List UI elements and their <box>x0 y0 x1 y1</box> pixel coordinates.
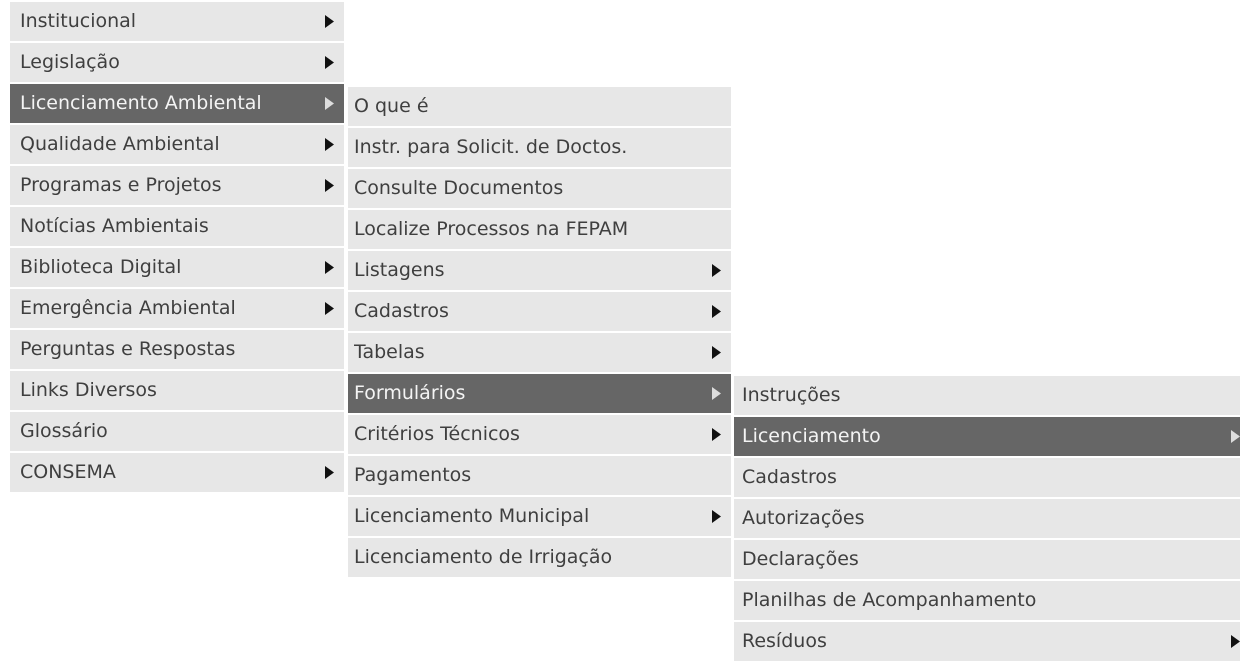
menu-item-licenciamento-ambiental[interactable]: Licenciamento Ambiental <box>10 84 344 123</box>
submenu-arrow-icon <box>711 374 721 413</box>
menu-item-glossario[interactable]: Glossário <box>10 412 344 451</box>
licenciamento-ambiental-submenu: O que é Instr. para Solicit. de Doctos. Co… <box>348 87 731 579</box>
menu-item-label: Licenciamento <box>742 425 881 447</box>
menu-item-legislacao[interactable]: Legislação <box>10 43 344 82</box>
menu-item-perguntas-e-respostas[interactable]: Perguntas e Respostas <box>10 330 344 369</box>
menu-item-label: Licenciamento Municipal <box>354 505 590 527</box>
menu-item-cadastros[interactable]: Cadastros <box>734 458 1240 497</box>
menu-item-label: Critérios Técnicos <box>354 423 520 445</box>
menu-item-label: Pagamentos <box>354 464 472 486</box>
menu-item-label: Localize Processos na FEPAM <box>354 218 629 240</box>
menu-item-declaracoes[interactable]: Declarações <box>734 540 1240 579</box>
submenu-arrow-icon <box>711 333 721 372</box>
menu-item-label: Licenciamento Ambiental <box>20 92 262 114</box>
menu-item-label: Programas e Projetos <box>20 174 222 196</box>
menu-item-label: Declarações <box>742 548 859 570</box>
submenu-arrow-icon <box>324 84 334 123</box>
menu-item-label: Glossário <box>20 420 108 442</box>
menu-item-formularios[interactable]: Formulários <box>348 374 731 413</box>
menu-item-consulte-documentos[interactable]: Consulte Documentos <box>348 169 731 208</box>
menu-item-label: Links Diversos <box>20 379 157 401</box>
menu-item-label: Tabelas <box>354 341 425 363</box>
menu-item-label: Qualidade Ambiental <box>20 133 220 155</box>
menu-item-consema[interactable]: CONSEMA <box>10 453 344 492</box>
menu-item-label: Notícias Ambientais <box>20 215 209 237</box>
menu-item-autorizacoes[interactable]: Autorizações <box>734 499 1240 538</box>
menu-item-links-diversos[interactable]: Links Diversos <box>10 371 344 410</box>
submenu-arrow-icon <box>711 251 721 290</box>
menu-item-label: O que é <box>354 95 429 117</box>
submenu-arrow-icon <box>324 166 334 205</box>
menu-item-listagens[interactable]: Listagens <box>348 251 731 290</box>
menu-item-localize-processos-na-fepam[interactable]: Localize Processos na FEPAM <box>348 210 731 249</box>
menu-item-label: Cadastros <box>354 300 449 322</box>
menu-item-noticias-ambientais[interactable]: Notícias Ambientais <box>10 207 344 246</box>
submenu-arrow-icon <box>711 415 721 454</box>
main-menu: Institucional Legislação Licenciamento Amb… <box>10 2 344 494</box>
menu-item-label: Perguntas e Respostas <box>20 338 236 360</box>
menu-item-label: Emergência Ambiental <box>20 297 236 319</box>
menu-item-planilhas-de-acompanhamento[interactable]: Planilhas de Acompanhamento <box>734 581 1240 620</box>
submenu-arrow-icon <box>324 289 334 328</box>
menu-item-label: Consulte Documentos <box>354 177 564 199</box>
menu-item-label: Planilhas de Acompanhamento <box>742 589 1037 611</box>
menu-item-label: Biblioteca Digital <box>20 256 182 278</box>
menu-item-institucional[interactable]: Institucional <box>10 2 344 41</box>
menu-item-label: Licenciamento de Irrigação <box>354 546 613 568</box>
submenu-arrow-icon <box>711 497 721 536</box>
menu-item-pagamentos[interactable]: Pagamentos <box>348 456 731 495</box>
menu-item-label: Formulários <box>354 382 466 404</box>
menu-item-label: Listagens <box>354 259 445 281</box>
menu-item-label: Institucional <box>20 10 137 32</box>
menu-item-label: Instruções <box>742 384 841 406</box>
menu-item-residuos[interactable]: Resíduos <box>734 622 1240 661</box>
menu-item-emergencia-ambiental[interactable]: Emergência Ambiental <box>10 289 344 328</box>
submenu-arrow-icon <box>324 2 334 41</box>
menu-item-label: Instr. para Solicit. de Doctos. <box>354 136 628 158</box>
menu-item-label: Cadastros <box>742 466 837 488</box>
submenu-arrow-icon <box>324 248 334 287</box>
menu-item-licenciamento[interactable]: Licenciamento <box>734 417 1240 456</box>
menu-item-label: Legislação <box>20 51 120 73</box>
menu-item-label: Autorizações <box>742 507 865 529</box>
submenu-arrow-icon <box>324 43 334 82</box>
menu-item-licenciamento-de-irrigacao[interactable]: Licenciamento de Irrigação <box>348 538 731 577</box>
menu-item-label: Resíduos <box>742 630 827 652</box>
submenu-arrow-icon <box>1230 417 1240 456</box>
menu-item-o-que-e[interactable]: O que é <box>348 87 731 126</box>
menu-item-tabelas[interactable]: Tabelas <box>348 333 731 372</box>
menu-item-programas-e-projetos[interactable]: Programas e Projetos <box>10 166 344 205</box>
submenu-arrow-icon <box>324 453 334 492</box>
menu-item-instrucoes[interactable]: Instruções <box>734 376 1240 415</box>
menu-item-criterios-tecnicos[interactable]: Critérios Técnicos <box>348 415 731 454</box>
menu-item-instr-para-solicit-de-doctos[interactable]: Instr. para Solicit. de Doctos. <box>348 128 731 167</box>
menu-item-qualidade-ambiental[interactable]: Qualidade Ambiental <box>10 125 344 164</box>
menu-item-biblioteca-digital[interactable]: Biblioteca Digital <box>10 248 344 287</box>
submenu-arrow-icon <box>711 292 721 331</box>
menu-item-label: CONSEMA <box>20 461 116 483</box>
menu-item-licenciamento-municipal[interactable]: Licenciamento Municipal <box>348 497 731 536</box>
menu-item-cadastros[interactable]: Cadastros <box>348 292 731 331</box>
submenu-arrow-icon <box>1230 622 1240 661</box>
submenu-arrow-icon <box>324 125 334 164</box>
formularios-submenu: Instruções Licenciamento Cadastros Autoriza… <box>734 376 1240 663</box>
